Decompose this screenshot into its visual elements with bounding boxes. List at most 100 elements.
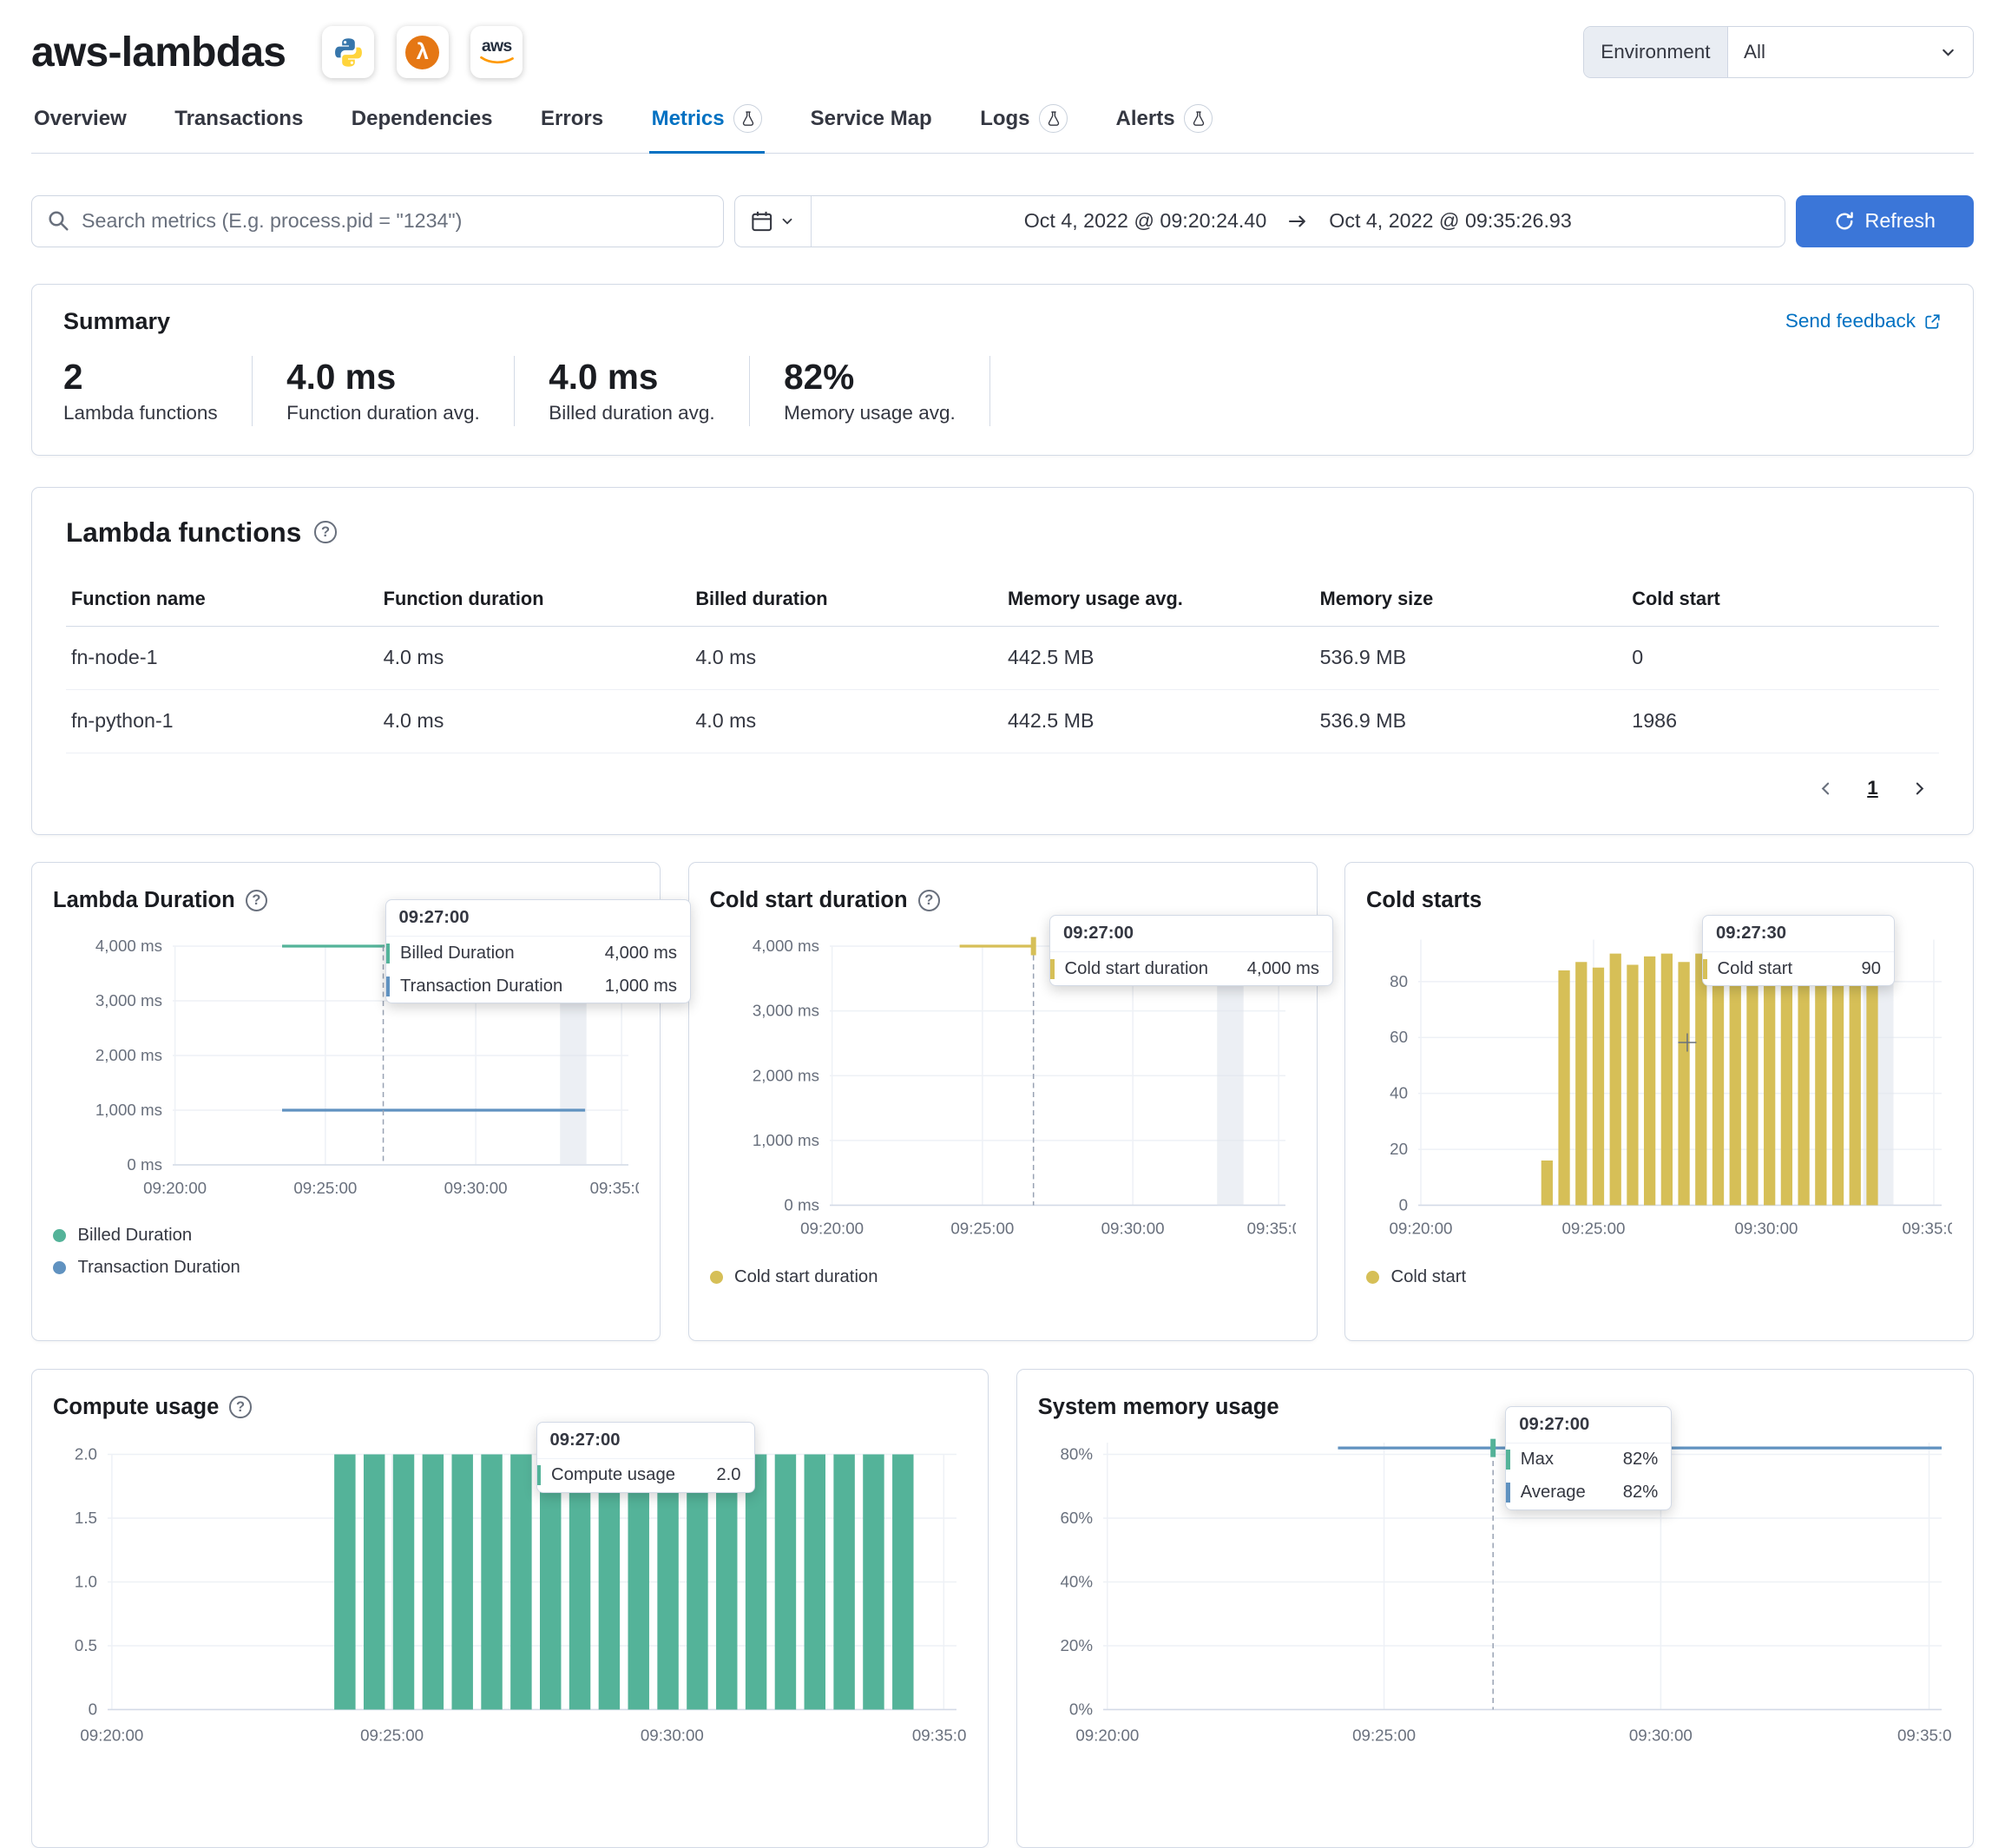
svg-text:0 ms: 0 ms [127,1155,162,1174]
series-marker [386,944,391,963]
environment-filter: Environment All [1583,26,1974,78]
chart-title: Compute usage [53,1395,219,1420]
legend-item[interactable]: Transaction Duration [53,1258,639,1278]
tab-logs[interactable]: Logs [977,96,1070,153]
svg-text:09:35:00: 09:35:00 [1246,1220,1295,1238]
chart-legend: Cold start [1366,1267,1952,1287]
calendar-button[interactable] [735,196,812,247]
lambda-functions-panel: Lambda functions ? Function name Functio… [31,487,1974,835]
svg-text:80: 80 [1390,972,1408,990]
legend-item[interactable]: Cold start [1366,1267,1952,1287]
function-link[interactable]: fn-node-1 [66,626,378,689]
agent-badges: λ aws [322,26,523,78]
svg-text:0: 0 [1399,1196,1408,1214]
cell-memory-size: 536.9 MB [1315,626,1627,689]
charts-row: Lambda Duration ? 4,000 ms3,000 ms2,000 … [31,862,1974,1341]
svg-text:09:25:00: 09:25:00 [293,1179,357,1197]
chart-legend: Cold start duration [710,1267,1296,1287]
compute-usage-chart[interactable]: 2.01.51.00.5009:20:0009:25:0009:30:0009:… [53,1432,967,1759]
svg-text:2.0: 2.0 [75,1444,97,1463]
send-feedback-link[interactable]: Send feedback [1785,310,1942,332]
col-function-name: Function name [66,572,378,627]
arrow-right-icon [1287,211,1308,232]
series-marker [386,977,391,996]
end-date[interactable]: Oct 4, 2022 @ 09:35:26.93 [1326,204,1574,238]
tab-dependencies[interactable]: Dependencies [349,96,496,153]
chevron-down-icon [779,214,795,229]
series-marker [1050,959,1055,979]
calendar-icon [751,210,773,233]
svg-text:1,000 ms: 1,000 ms [95,1101,162,1119]
help-icon[interactable]: ? [918,890,941,912]
tab-metrics[interactable]: Metrics [649,96,766,153]
svg-text:09:30:00: 09:30:00 [1734,1220,1798,1238]
svg-text:4,000 ms: 4,000 ms [95,937,162,955]
cell-cold-start: 0 [1627,626,1939,689]
legend-item[interactable]: Billed Duration [53,1226,639,1246]
service-title: aws-lambdas [31,29,286,76]
svg-text:09:20:00: 09:20:00 [80,1726,143,1744]
svg-text:09:30:00: 09:30:00 [641,1726,704,1744]
cell-billed-duration: 4.0 ms [690,626,1002,689]
tab-alerts[interactable]: Alerts [1114,96,1216,153]
beta-flask-icon [733,104,762,133]
prev-page-button[interactable] [1806,769,1845,808]
svg-text:0: 0 [89,1700,97,1718]
environment-select[interactable]: All [1728,27,1973,77]
col-function-duration: Function duration [378,572,691,627]
refresh-button[interactable]: Refresh [1796,195,1975,247]
svg-text:09:30:00: 09:30:00 [444,1179,508,1197]
tab-overview[interactable]: Overview [31,96,129,153]
summary-title: Summary [63,308,170,335]
col-memory-usage: Memory usage avg. [1002,572,1315,627]
cell-function-duration: 4.0 ms [378,626,691,689]
series-dot [1366,1271,1379,1284]
tab-errors[interactable]: Errors [538,96,606,153]
help-icon[interactable]: ? [229,1396,252,1418]
help-icon[interactable]: ? [314,521,337,543]
tab-bar: Overview Transactions Dependencies Error… [31,96,1974,154]
series-marker [1506,1450,1510,1470]
chevron-left-icon [1817,779,1835,798]
chart-tooltip: 09:27:00 Compute usage2.0 [536,1422,755,1493]
metrics-toolbar: Oct 4, 2022 @ 09:20:24.40 Oct 4, 2022 @ … [31,195,1974,247]
tab-service-map[interactable]: Service Map [808,96,935,153]
aws-icon: aws [470,26,523,78]
svg-text:1,000 ms: 1,000 ms [752,1131,818,1149]
next-page-button[interactable] [1900,769,1939,808]
system-memory-chart[interactable]: 80%60%40%20%0%09:20:0009:25:0009:30:0009… [1038,1432,1952,1759]
svg-text:1.5: 1.5 [75,1509,97,1527]
legend-item[interactable]: Cold start duration [710,1267,1296,1287]
summary-stats: 2 Lambda functions 4.0 ms Function durat… [63,356,1942,426]
svg-text:0%: 0% [1069,1700,1093,1718]
help-icon[interactable]: ? [246,890,268,912]
function-link[interactable]: fn-python-1 [66,689,378,753]
search-icon [47,209,70,233]
svg-text:09:35:00: 09:35:00 [1902,1220,1952,1238]
cell-memory-size: 536.9 MB [1315,689,1627,753]
cell-memory-usage: 442.5 MB [1002,626,1315,689]
search-metrics-input[interactable] [31,195,724,247]
series-marker [537,1465,542,1485]
pagination-page-1[interactable]: 1 [1853,769,1892,808]
chart-legend: Billed Duration Transaction Duration [53,1226,639,1278]
svg-text:09:35:00: 09:35:00 [1897,1726,1952,1744]
lambda-functions-title: Lambda functions [66,516,301,549]
cell-function-duration: 4.0 ms [378,689,691,753]
start-date[interactable]: Oct 4, 2022 @ 09:20:24.40 [1022,204,1270,238]
svg-text:0 ms: 0 ms [784,1196,819,1214]
col-memory-size: Memory size [1315,572,1627,627]
tab-transactions[interactable]: Transactions [172,96,306,153]
col-billed-duration: Billed duration [690,572,1002,627]
chart-title: Cold starts [1366,888,1482,913]
svg-text:40: 40 [1390,1084,1408,1102]
page-header: aws-lambdas λ aws Environment All [31,0,1974,78]
svg-text:2,000 ms: 2,000 ms [95,1046,162,1064]
chevron-down-icon [1939,43,1957,62]
svg-text:09:20:00: 09:20:00 [1075,1726,1139,1744]
bottom-charts-row: Compute usage ? 2.01.51.00.5009:20:0009:… [31,1369,1974,1848]
svg-text:09:20:00: 09:20:00 [800,1220,864,1238]
pagination: 1 [66,769,1939,813]
environment-value: All [1744,41,1765,63]
environment-label: Environment [1584,27,1728,77]
